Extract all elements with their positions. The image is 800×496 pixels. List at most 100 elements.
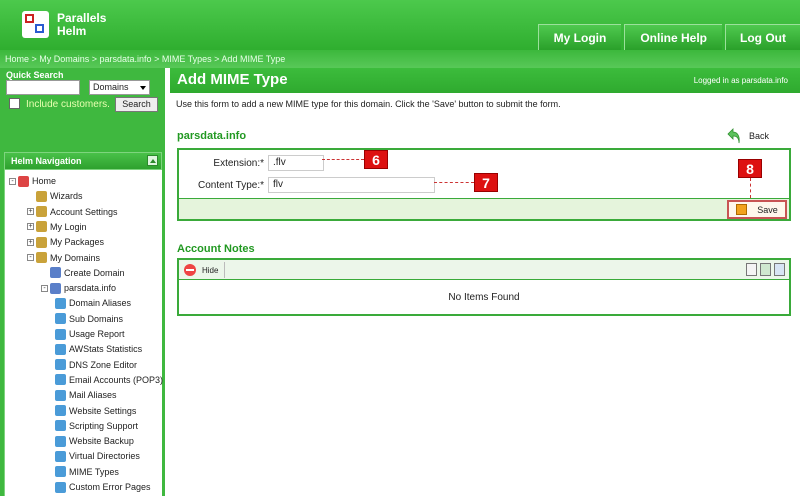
collapse-icon[interactable] bbox=[147, 155, 158, 166]
nav-item-icon bbox=[55, 481, 66, 493]
nav-item-label: parsdata.info bbox=[64, 283, 117, 294]
quick-search-title: Quick Search bbox=[6, 70, 64, 80]
export-excel-icon[interactable] bbox=[760, 263, 771, 276]
nav-item[interactable]: Wizards bbox=[27, 189, 83, 203]
new-note-icon[interactable] bbox=[746, 263, 757, 276]
nav-item[interactable]: Custom Error Pages bbox=[55, 480, 151, 494]
logged-in-status: Logged in as parsdata.info bbox=[693, 76, 788, 85]
nav-item[interactable]: Website Settings bbox=[55, 404, 136, 418]
expand-toggle-icon[interactable]: + bbox=[27, 238, 34, 246]
nav-item-label: Usage Report bbox=[69, 329, 125, 339]
hide-icon bbox=[184, 264, 196, 276]
nav-item[interactable]: MIME Types bbox=[55, 465, 119, 479]
nav-item-label: Home bbox=[32, 176, 57, 186]
nav-item[interactable]: Domain Aliases bbox=[55, 296, 131, 310]
hide-label: Hide bbox=[202, 265, 219, 275]
navigation-tree: - Home Wizards + Account Settings + My Login + M… bbox=[4, 170, 163, 496]
nav-item-label: DNS Zone Editor bbox=[69, 359, 138, 370]
nav-item[interactable]: Email Accounts (POP3) bbox=[55, 373, 163, 387]
callout-badge-6: 6 bbox=[364, 150, 388, 169]
online-help-button[interactable]: Online Help bbox=[624, 24, 723, 50]
nav-item[interactable]: + My Login bbox=[27, 220, 87, 234]
breadcrumb[interactable]: Home > My Domains > parsdata.info > MIME… bbox=[5, 54, 285, 64]
extension-label: Extension:* bbox=[213, 158, 264, 169]
sidebar: Quick Search Domains Include customers. … bbox=[0, 68, 165, 496]
nav-item-icon bbox=[55, 343, 66, 355]
intro-text: Use this form to add a new MIME type for… bbox=[176, 99, 561, 109]
domain-heading: parsdata.info bbox=[177, 130, 247, 142]
search-scope-select[interactable]: Domains bbox=[89, 80, 150, 95]
nav-item[interactable]: Mail Aliases bbox=[55, 388, 117, 402]
nav-item[interactable]: + My Packages bbox=[27, 235, 104, 249]
callout-line-7 bbox=[434, 182, 474, 183]
print-icon[interactable] bbox=[774, 263, 785, 276]
nav-item[interactable]: Create Domain bbox=[41, 266, 125, 280]
nav-item-label: Scripting Support bbox=[69, 420, 139, 431]
my-login-button[interactable]: My Login bbox=[537, 24, 622, 50]
nav-item[interactable]: Website Backup bbox=[55, 434, 134, 448]
nav-item[interactable]: Virtual Directories bbox=[55, 449, 140, 463]
nav-item-label: AWStats Statistics bbox=[69, 344, 143, 355]
nav-item-icon bbox=[55, 374, 66, 386]
collapse-toggle-icon[interactable]: - bbox=[27, 254, 34, 261]
empty-message: No Items Found bbox=[448, 292, 520, 303]
nav-item-icon bbox=[18, 175, 29, 187]
nav-item-label: Sub Domains bbox=[69, 313, 124, 324]
save-button[interactable]: Save bbox=[727, 200, 787, 219]
search-button[interactable]: Search bbox=[115, 97, 158, 112]
nav-item-label: Email Accounts (POP3) bbox=[69, 374, 164, 385]
nav-item-icon bbox=[55, 405, 66, 416]
nav-item-icon bbox=[50, 267, 61, 279]
nav-item[interactable]: Scripting Support bbox=[55, 419, 138, 433]
nav-item[interactable]: + Account Settings bbox=[27, 205, 118, 219]
include-customers-label: Include customers. bbox=[26, 99, 110, 110]
title-bar: Add MIME Type Logged in as parsdata.info bbox=[170, 68, 800, 93]
nav-item-icon bbox=[36, 236, 47, 248]
collapse-toggle-icon[interactable]: - bbox=[41, 284, 48, 292]
account-notes-panel: Hide No Items Found bbox=[177, 258, 791, 316]
callout-badge-8: 8 bbox=[738, 159, 762, 178]
extension-input[interactable]: .flv bbox=[268, 155, 324, 171]
nav-item-icon bbox=[55, 450, 66, 462]
nav-item[interactable]: AWStats Statistics bbox=[55, 342, 142, 356]
hide-button[interactable]: Hide bbox=[181, 262, 226, 278]
nav-item-label: Custom Error Pages bbox=[69, 482, 151, 492]
nav-item-label: Wizards bbox=[50, 191, 83, 202]
back-arrow-icon bbox=[727, 128, 740, 144]
breadcrumb-bar: Home > My Domains > parsdata.info > MIME… bbox=[0, 50, 800, 68]
nav-item-label: My Domains bbox=[50, 252, 101, 263]
nav-item-icon bbox=[55, 466, 66, 478]
nav-item[interactable]: - Home bbox=[9, 174, 56, 188]
nav-item-label: MIME Types bbox=[69, 466, 119, 477]
collapse-toggle-icon[interactable]: - bbox=[9, 177, 16, 185]
include-customers-checkbox[interactable] bbox=[9, 98, 20, 109]
nav-item-label: Domain Aliases bbox=[69, 298, 132, 309]
nav-item[interactable]: Usage Report bbox=[55, 327, 125, 341]
nav-item-label: My Packages bbox=[50, 237, 105, 248]
nav-item-icon bbox=[36, 221, 47, 233]
back-button[interactable]: Back bbox=[727, 126, 769, 146]
helm-navigation-header: Helm Navigation bbox=[4, 152, 162, 170]
top-nav: My Login Online Help Log Out bbox=[535, 24, 800, 50]
nav-item-label: Mail Aliases bbox=[69, 390, 117, 401]
quick-search-input[interactable] bbox=[6, 80, 80, 95]
log-out-button[interactable]: Log Out bbox=[725, 24, 800, 50]
nav-item-icon bbox=[55, 420, 66, 432]
nav-item[interactable]: - parsdata.info bbox=[41, 281, 116, 295]
form-footer: Save bbox=[179, 198, 789, 219]
notes-toolbar: Hide bbox=[179, 260, 789, 280]
nav-item-icon bbox=[36, 252, 47, 263]
nav-item-icon bbox=[55, 328, 66, 340]
nav-item[interactable]: DNS Zone Editor bbox=[55, 358, 137, 372]
expand-toggle-icon[interactable]: + bbox=[27, 208, 34, 216]
nav-item-icon bbox=[55, 297, 66, 309]
nav-item-label: Website Settings bbox=[69, 405, 137, 416]
nav-item-icon bbox=[55, 313, 66, 325]
nav-item-icon bbox=[55, 389, 66, 401]
back-label: Back bbox=[749, 131, 770, 141]
nav-item-icon bbox=[55, 435, 66, 447]
nav-item[interactable]: - My Domains bbox=[27, 251, 100, 265]
expand-toggle-icon[interactable]: + bbox=[27, 223, 34, 231]
nav-item[interactable]: Sub Domains bbox=[55, 312, 123, 326]
content-type-input[interactable]: flv bbox=[268, 177, 435, 193]
